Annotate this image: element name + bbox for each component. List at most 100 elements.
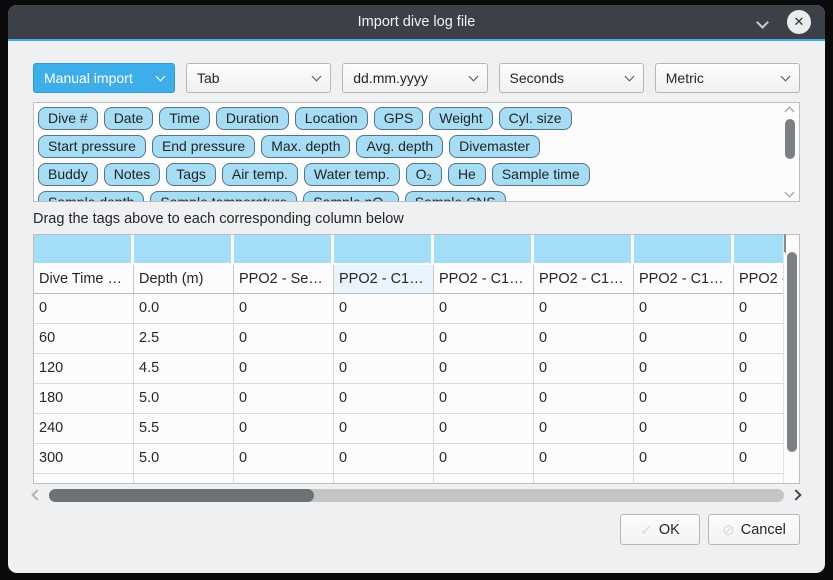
table-cell: 0 [434, 444, 534, 474]
import-mode-select[interactable]: Manual import [33, 63, 175, 93]
table-cell: 4.5 [134, 354, 234, 384]
table-cell: 0 [634, 414, 734, 444]
table-cell: 5.0 [134, 444, 234, 474]
table-cell: 5.5 [134, 414, 234, 444]
tag[interactable]: GPS [374, 107, 424, 130]
column-header[interactable]: PPO2 - C1… [534, 265, 634, 294]
cancel-button[interactable]: ⊘ Cancel [708, 514, 800, 545]
tag[interactable]: Duration [216, 107, 289, 130]
tag-row: Start pressure End pressure Max. depth Avg.… [38, 135, 777, 158]
table-cell: 0 [634, 294, 734, 324]
table-grid: Dive Time …Depth (m)PPO2 - Se…PPO2 - C1…… [34, 235, 783, 483]
scroll-down-icon[interactable] [785, 188, 795, 198]
titlebar: Import dive log file ✕ [8, 5, 825, 39]
scrollbar-track[interactable] [49, 489, 784, 502]
scrollbar-thumb[interactable] [787, 252, 797, 452]
table-vertical-scrollbar[interactable] [783, 235, 799, 483]
column-header[interactable]: Dive Time … [34, 265, 134, 294]
column-header[interactable]: PPO2 - C1… [334, 265, 434, 294]
column-drop-zone-row [34, 235, 783, 265]
column-drop-zone[interactable] [134, 235, 234, 265]
column-drop-zone[interactable] [734, 235, 783, 265]
scroll-right-icon[interactable] [790, 489, 801, 500]
tag[interactable]: Sample CNS [405, 191, 506, 202]
scrollbar-thumb[interactable] [49, 489, 314, 502]
table-cell: 0 [234, 324, 334, 354]
import-options-row: Manual import Tab dd.mm.yyyy Seconds Met… [33, 63, 800, 93]
units-value: Metric [666, 70, 704, 86]
tag-list-scrollbar[interactable] [783, 105, 797, 199]
tag[interactable]: Tags [166, 163, 216, 186]
column-header[interactable]: PPO2 - C1… [734, 265, 783, 294]
column-header[interactable]: PPO2 - C1… [634, 265, 734, 294]
tag-row: Sample depth Sample temperature Sample pO₂… [38, 191, 777, 202]
tag[interactable]: Divemaster [449, 135, 540, 158]
table-cell: 0 [434, 414, 534, 444]
tag[interactable]: Date [104, 107, 154, 130]
column-header[interactable]: PPO2 - Se… [234, 265, 334, 294]
tag[interactable]: Weight [429, 107, 492, 130]
table-cell: 2.5 [134, 324, 234, 354]
tag[interactable]: Notes [104, 163, 161, 186]
field-separator-select[interactable]: Tab [186, 63, 331, 93]
tag[interactable]: Cyl. size [499, 107, 572, 130]
table-row: 00.0000000 [34, 294, 783, 324]
tag[interactable]: Start pressure [38, 135, 146, 158]
date-format-select[interactable]: dd.mm.yyyy [342, 63, 487, 93]
table-cell: 5.0 [134, 384, 234, 414]
table-cell: 0 [534, 444, 634, 474]
tag[interactable]: Avg. depth [356, 135, 443, 158]
tag[interactable]: Sample depth [38, 191, 144, 202]
import-dialog-window: Import dive log file ✕ Manual import Tab… [8, 5, 825, 573]
column-header[interactable]: Depth (m) [134, 265, 234, 294]
ok-label: OK [659, 522, 680, 538]
tag[interactable]: Buddy [38, 163, 98, 186]
column-drop-zone[interactable] [434, 235, 534, 265]
tag[interactable]: Sample pO₂ [303, 191, 398, 202]
tag[interactable]: Max. depth [261, 135, 350, 158]
table-cell: 180 [34, 384, 134, 414]
units-select[interactable]: Metric [655, 63, 800, 93]
column-drop-zone[interactable] [234, 235, 334, 265]
column-drop-zone[interactable] [334, 235, 434, 265]
table-horizontal-scrollbar[interactable] [33, 488, 800, 502]
close-button[interactable]: ✕ [787, 10, 811, 34]
duration-format-select[interactable]: Seconds [499, 63, 644, 93]
tag[interactable]: O₂ [406, 163, 442, 186]
chevron-down-icon [312, 71, 322, 81]
scroll-up-icon[interactable] [785, 107, 795, 117]
chevron-down-icon [156, 71, 166, 81]
table-cell: 0 [734, 354, 783, 384]
cancel-circle-icon: ⊘ [722, 521, 735, 539]
scroll-left-icon[interactable] [31, 489, 42, 500]
table-row: 1204.5000000 [34, 354, 783, 384]
ok-button[interactable]: ✓ OK [620, 514, 700, 545]
scrollbar-thumb[interactable] [785, 119, 795, 159]
column-header[interactable]: PPO2 - C1… [434, 265, 534, 294]
tag[interactable]: Water temp. [304, 163, 400, 186]
table-cell [534, 474, 634, 483]
column-drop-zone[interactable] [634, 235, 734, 265]
tag[interactable]: Time [159, 107, 210, 130]
tag[interactable]: He [448, 163, 486, 186]
dialog-buttons: ✓ OK ⊘ Cancel [33, 514, 800, 545]
close-icon: ✕ [794, 14, 805, 30]
table-cell: 0 [234, 294, 334, 324]
tag[interactable]: Sample time [492, 163, 590, 186]
window-menu-chevron-down-icon[interactable] [756, 16, 769, 29]
tag[interactable]: Dive # [38, 107, 98, 130]
table-cell: 0 [434, 354, 534, 384]
scroll-down-icon[interactable] [785, 235, 786, 253]
drag-hint-text: Drag the tags above to each correspondin… [33, 211, 800, 227]
table-cell: 0 [434, 384, 534, 414]
tag[interactable]: Air temp. [222, 163, 298, 186]
column-drop-zone[interactable] [534, 235, 634, 265]
table-cell [334, 474, 434, 483]
table-cell: 0 [434, 294, 534, 324]
table-cell: 0.0 [134, 294, 234, 324]
tag[interactable]: End pressure [152, 135, 255, 158]
table-cell: 0 [334, 354, 434, 384]
column-drop-zone[interactable] [34, 235, 134, 265]
tag[interactable]: Sample temperature [150, 191, 297, 202]
tag[interactable]: Location [295, 107, 368, 130]
